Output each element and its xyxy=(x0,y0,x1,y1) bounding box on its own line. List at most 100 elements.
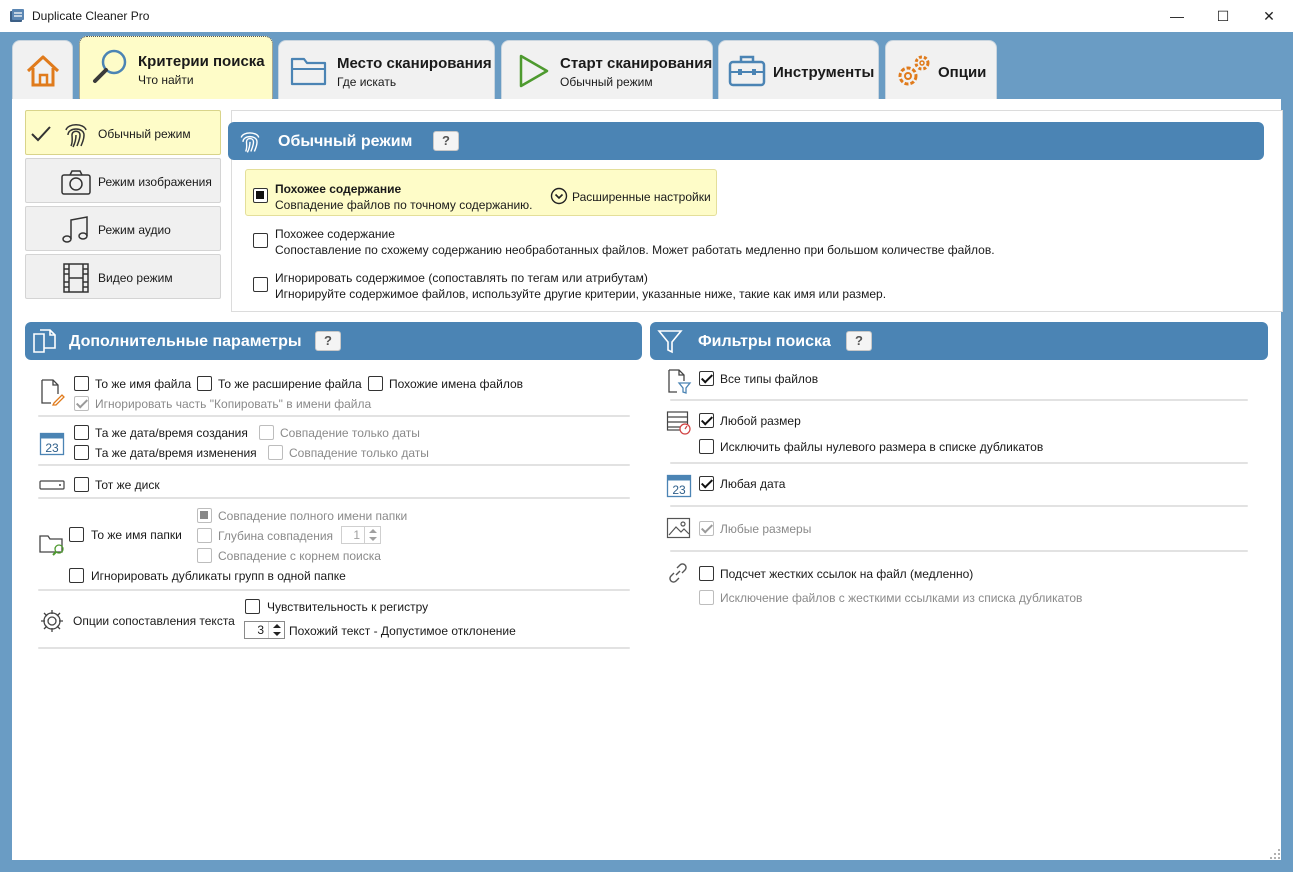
tab-label: Место сканирования xyxy=(337,55,492,72)
maximize-button[interactable]: ☐ xyxy=(1200,0,1246,32)
date-only-modified-checkbox[interactable] xyxy=(268,445,283,460)
spinner-arrows-icon[interactable] xyxy=(364,527,380,543)
similar-content-checkbox[interactable] xyxy=(253,233,268,248)
any-date-checkbox[interactable] xyxy=(699,476,714,491)
same-modified-label: Та же дата/время изменения xyxy=(95,446,257,460)
help-button[interactable]: ? xyxy=(433,131,459,151)
root-match-label: Совпадение с корнем поиска xyxy=(218,549,381,563)
mode-normal[interactable]: Обычный режим xyxy=(25,110,221,155)
exclude-hardlinks-checkbox[interactable] xyxy=(699,590,714,605)
mode-label: Режим аудио xyxy=(98,223,171,237)
gears-icon xyxy=(898,55,930,86)
exact-content-radio[interactable] xyxy=(253,188,268,203)
film-icon xyxy=(63,263,89,293)
spinner-arrows-icon[interactable] xyxy=(268,622,284,638)
option-title: Похожее содержание xyxy=(275,182,402,196)
music-icon xyxy=(62,216,88,243)
minimize-button[interactable]: — xyxy=(1154,0,1200,32)
mode-label: Видео режим xyxy=(98,271,173,285)
ignore-group-checkbox[interactable] xyxy=(69,568,84,583)
copy-files-icon xyxy=(33,329,56,353)
exclude-zero-checkbox[interactable] xyxy=(699,439,714,454)
tab-label: Старт сканирования xyxy=(560,55,713,72)
gear-icon xyxy=(41,610,63,632)
mode-header: Обычный режим ? xyxy=(228,122,1264,160)
resize-grip-icon[interactable] xyxy=(1269,848,1281,860)
all-types-checkbox[interactable] xyxy=(699,371,714,386)
separator xyxy=(38,647,630,649)
same-extension-checkbox[interactable] xyxy=(197,376,212,391)
option-title: Похожее содержание xyxy=(275,227,395,241)
advanced-settings-link[interactable]: Расширенные настройки xyxy=(572,190,711,204)
content-panel: Обычный режим Режим изображения Режим ау… xyxy=(12,99,1283,860)
tab-start-scan[interactable]: Старт сканирования Обычный режим xyxy=(501,40,713,99)
same-modified-checkbox[interactable] xyxy=(74,445,89,460)
search-icon xyxy=(93,49,127,83)
close-button[interactable]: ✕ xyxy=(1246,0,1292,32)
fingerprint-icon xyxy=(65,124,87,148)
ignore-content-checkbox[interactable] xyxy=(253,277,268,292)
depth-checkbox[interactable] xyxy=(197,528,212,543)
checkmark-icon xyxy=(31,126,51,142)
same-disk-checkbox[interactable] xyxy=(74,477,89,492)
ignore-copy-checkbox[interactable] xyxy=(74,396,89,411)
calendar-day: 23 xyxy=(672,483,686,497)
mode-audio[interactable]: Режим аудио xyxy=(25,206,221,251)
title-bar: Duplicate Cleaner Pro — ☐ ✕ xyxy=(0,0,1293,32)
separator xyxy=(670,505,1248,507)
same-filename-label: То же имя файла xyxy=(95,377,192,391)
option-description: Совпадение файлов по точному содержанию. xyxy=(275,198,533,212)
funnel-icon xyxy=(657,330,683,354)
toolbox-icon xyxy=(728,55,766,87)
separator xyxy=(38,589,630,591)
tolerance-label: Похожий текст - Допустимое отклонение xyxy=(289,624,516,638)
all-types-label: Все типы файлов xyxy=(720,372,819,386)
tab-tools[interactable]: Инструменты xyxy=(718,40,879,99)
any-size-label: Любой размер xyxy=(720,414,801,428)
any-size-checkbox[interactable] xyxy=(699,413,714,428)
tab-label: Инструменты xyxy=(773,64,875,81)
help-button[interactable]: ? xyxy=(846,331,872,351)
depth-spinner[interactable]: 1 xyxy=(341,526,381,544)
date-only-created-checkbox[interactable] xyxy=(259,425,274,440)
tab-scan-location[interactable]: Место сканирования Где искать xyxy=(278,40,495,99)
close-icon: ✕ xyxy=(1263,7,1275,24)
ignore-group-label: Игнорировать дубликаты групп в одной пап… xyxy=(91,569,346,583)
any-dimensions-checkbox[interactable] xyxy=(699,521,714,536)
tab-sublabel: Обычный режим xyxy=(560,75,653,89)
calendar-icon: 23 xyxy=(666,474,692,498)
similar-names-label: Похожие имена файлов xyxy=(389,377,524,391)
same-created-label: Та же дата/время создания xyxy=(95,426,248,440)
same-filename-checkbox[interactable] xyxy=(74,376,89,391)
full-folder-label: Совпадение полного имени папки xyxy=(218,509,408,523)
folder-search-icon xyxy=(39,535,64,556)
similar-names-checkbox[interactable] xyxy=(368,376,383,391)
tolerance-spinner[interactable]: 3 xyxy=(244,621,285,639)
chevron-down-icon[interactable] xyxy=(550,187,568,205)
same-created-checkbox[interactable] xyxy=(74,425,89,440)
window-title: Duplicate Cleaner Pro xyxy=(32,9,150,23)
option-description: Игнорируйте содержимое файлов, используй… xyxy=(275,287,887,301)
full-folder-radio[interactable] xyxy=(197,508,212,523)
separator xyxy=(670,462,1248,464)
tab-options[interactable]: Опции xyxy=(885,40,997,99)
hardlinks-checkbox[interactable] xyxy=(699,566,714,581)
help-button[interactable]: ? xyxy=(315,331,341,351)
mode-label: Обычный режим xyxy=(98,127,191,141)
mode-image[interactable]: Режим изображения xyxy=(25,158,221,203)
tab-sublabel: Где искать xyxy=(337,75,397,89)
same-folder-checkbox[interactable] xyxy=(69,527,84,542)
any-dimensions-label: Любые размеры xyxy=(720,522,812,536)
exclude-zero-label: Исключить файлы нулевого размера в списк… xyxy=(720,440,1044,454)
exclude-hardlinks-label: Исключение файлов с жесткими ссылками из… xyxy=(720,591,1083,605)
option-title: Игнорировать содержимое (сопоставлять по… xyxy=(275,271,648,285)
link-icon xyxy=(669,563,687,583)
app-icon xyxy=(10,9,24,22)
mode-video[interactable]: Видео режим xyxy=(25,254,221,299)
case-sensitive-checkbox[interactable] xyxy=(245,599,260,614)
filters-header: Фильтры поиска ? xyxy=(650,322,1268,360)
tab-search-criteria[interactable]: Критерии поиска Что найти xyxy=(79,36,273,100)
root-match-checkbox[interactable] xyxy=(197,548,212,563)
play-icon xyxy=(519,54,549,88)
tab-home[interactable] xyxy=(12,40,73,99)
